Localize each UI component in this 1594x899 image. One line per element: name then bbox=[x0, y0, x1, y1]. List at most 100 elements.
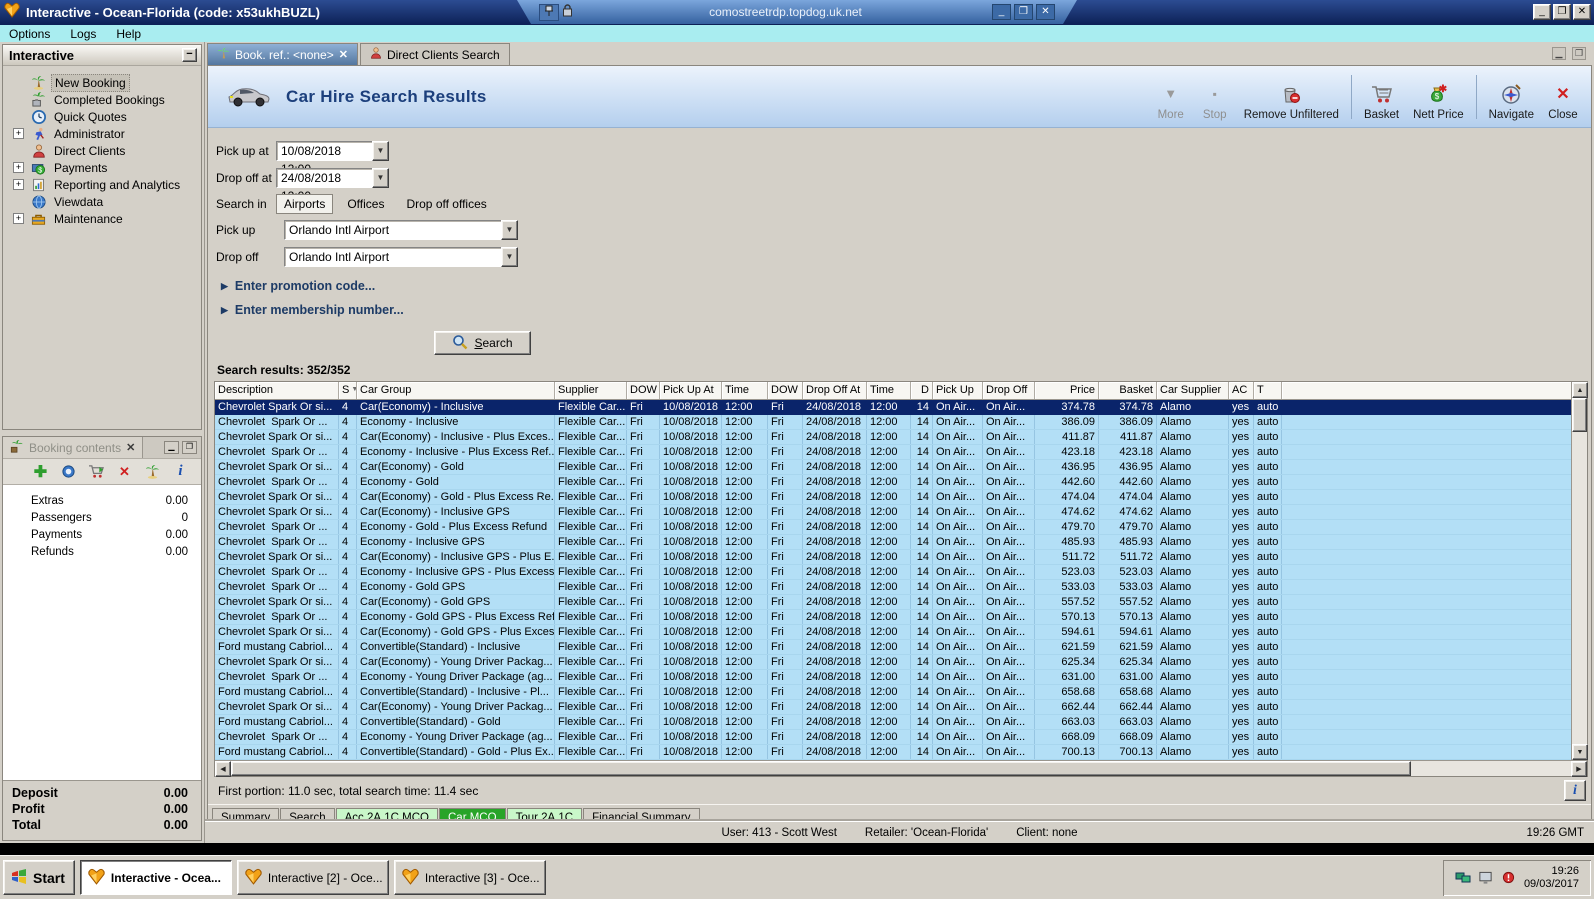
column-header-0[interactable]: Description bbox=[215, 382, 339, 399]
table-row[interactable]: Chevrolet Spark Or si... 4 Car(Economy) - … bbox=[215, 400, 1571, 415]
column-header-2[interactable]: Car Group bbox=[357, 382, 555, 399]
horizontal-scroll-thumb[interactable] bbox=[231, 761, 1411, 776]
rdp-minimize-button[interactable]: _ bbox=[992, 4, 1011, 20]
vertical-scrollbar[interactable]: ▲ ▼ bbox=[1571, 382, 1588, 760]
column-header-12[interactable]: Drop Off bbox=[983, 382, 1035, 399]
palm-tree-icon[interactable] bbox=[144, 463, 161, 480]
sidebar-item-payments[interactable]: + $ Payments bbox=[3, 159, 201, 176]
booking-contents-tab[interactable]: Booking contents ✕ bbox=[3, 437, 144, 458]
mdi-restore-button[interactable]: ❐ bbox=[1572, 47, 1586, 60]
tab-booking-ref[interactable]: Book. ref.: <none> ✕ bbox=[207, 43, 358, 65]
taskbar-window-3[interactable]: Interactive [3] - Oce... bbox=[393, 860, 546, 895]
table-row[interactable]: Chevrolet Spark Or si... 4 Car(Economy) - … bbox=[215, 430, 1571, 445]
table-row[interactable]: Chevrolet Spark Or ... 4 Economy - Inclusi… bbox=[215, 535, 1571, 550]
close-button[interactable]: ✕ Close bbox=[1541, 71, 1585, 123]
column-header-7[interactable]: DOW bbox=[768, 382, 803, 399]
table-row[interactable]: Ford mustang Cabriol... 4 Convertible(Stan… bbox=[215, 640, 1571, 655]
panel-collapse-button[interactable]: − bbox=[182, 48, 197, 62]
search-in-dropoff-offices[interactable]: Drop off offices bbox=[398, 195, 494, 213]
table-row[interactable]: Chevrolet Spark Or si... 4 Car(Economy) - … bbox=[215, 700, 1571, 715]
display-icon[interactable] bbox=[1478, 870, 1494, 886]
table-row[interactable]: Chevrolet Spark Or si... 4 Car(Economy) - … bbox=[215, 460, 1571, 475]
column-header-15[interactable]: Car Supplier bbox=[1157, 382, 1229, 399]
horizontal-scrollbar[interactable]: ◀ ▶ bbox=[215, 760, 1587, 777]
table-row[interactable]: Chevrolet Spark Or si... 4 Car(Economy) - … bbox=[215, 490, 1571, 505]
dropoff-at-combo[interactable]: 24/08/2018 12:00 ▼ bbox=[276, 167, 389, 203]
column-header-6[interactable]: Time bbox=[722, 382, 768, 399]
vertical-scroll-thumb[interactable] bbox=[1572, 398, 1587, 432]
info-icon[interactable]: i bbox=[172, 463, 189, 480]
table-row[interactable]: Chevrolet Spark Or ... 4 Economy - Gold GP… bbox=[215, 580, 1571, 595]
chevron-down-icon[interactable]: ▼ bbox=[372, 167, 389, 188]
table-row[interactable]: Chevrolet Spark Or si... 4 Car(Economy) - … bbox=[215, 655, 1571, 670]
table-row[interactable]: Chevrolet Spark Or si... 4 Car(Economy) - … bbox=[215, 625, 1571, 640]
nett-price-button[interactable]: $ ✱ Nett Price bbox=[1406, 71, 1471, 123]
menu-options[interactable]: Options bbox=[9, 27, 50, 41]
expand-icon[interactable]: + bbox=[13, 128, 24, 139]
chevron-down-icon[interactable]: ▼ bbox=[501, 246, 518, 267]
window-restore-button[interactable]: ❐ bbox=[1553, 4, 1571, 20]
table-row[interactable]: Chevrolet Spark Or ... 4 Economy - Young D… bbox=[215, 670, 1571, 685]
sidebar-item-maintenance[interactable]: + Maintenance bbox=[3, 210, 201, 227]
rdp-pin-button[interactable] bbox=[539, 4, 559, 21]
sidebar-item-reporting-analytics[interactable]: + Reporting and Analytics bbox=[3, 176, 201, 193]
column-header-5[interactable]: Pick Up At bbox=[660, 382, 722, 399]
taskbar-window-2[interactable]: Interactive [2] - Oce... bbox=[236, 860, 389, 895]
column-header-9[interactable]: Time bbox=[867, 382, 911, 399]
basket-button[interactable]: Basket bbox=[1357, 71, 1406, 123]
table-row[interactable]: Chevrolet Spark Or ... 4 Economy - Gold GP… bbox=[215, 610, 1571, 625]
sidebar-item-direct-clients[interactable]: Direct Clients bbox=[3, 142, 201, 159]
column-header-17[interactable]: T bbox=[1254, 382, 1282, 399]
column-header-16[interactable]: AC bbox=[1229, 382, 1254, 399]
chevron-down-icon[interactable]: ▼ bbox=[501, 219, 518, 240]
column-header-14[interactable]: Basket bbox=[1099, 382, 1157, 399]
column-header-11[interactable]: Pick Up bbox=[933, 382, 983, 399]
sidebar-item-new-booking[interactable]: New Booking bbox=[3, 73, 201, 92]
window-close-button[interactable]: ✕ bbox=[1573, 4, 1591, 20]
scroll-down-icon[interactable]: ▼ bbox=[1572, 744, 1588, 760]
table-row[interactable]: Chevrolet Spark Or ... 4 Economy - Gold Fle… bbox=[215, 475, 1571, 490]
panel-maximize-button[interactable]: ❐ bbox=[182, 441, 197, 454]
table-row[interactable]: Chevrolet Spark Or ... 4 Economy - Inclusi… bbox=[215, 415, 1571, 430]
scroll-left-icon[interactable]: ◀ bbox=[215, 761, 231, 777]
table-row[interactable]: Chevrolet Spark Or ... 4 Economy - Inclusi… bbox=[215, 445, 1571, 460]
menu-help[interactable]: Help bbox=[116, 27, 141, 41]
search-in-offices[interactable]: Offices bbox=[339, 195, 392, 213]
table-row[interactable]: Chevrolet Spark Or ... 4 Economy - Gold - … bbox=[215, 520, 1571, 535]
info-button[interactable]: i bbox=[1564, 780, 1586, 801]
sidebar-item-administrator[interactable]: + Administrator bbox=[3, 125, 201, 142]
tab-direct-clients-search[interactable]: Direct Clients Search bbox=[359, 43, 510, 65]
table-row[interactable]: Ford mustang Cabriol... 4 Convertible(Stan… bbox=[215, 715, 1571, 730]
table-row[interactable]: Chevrolet Spark Or si... 4 Car(Economy) - … bbox=[215, 550, 1571, 565]
remove-unfiltered-button[interactable]: Remove Unfiltered bbox=[1237, 71, 1346, 123]
column-header-13[interactable]: Price bbox=[1035, 382, 1099, 399]
expand-icon[interactable]: + bbox=[13, 162, 24, 173]
network-icon[interactable] bbox=[1455, 870, 1471, 886]
start-button[interactable]: Start bbox=[3, 860, 75, 895]
alert-icon[interactable] bbox=[1501, 870, 1517, 886]
mdi-minimize-button[interactable]: ▁ bbox=[1552, 47, 1566, 60]
table-row[interactable]: Chevrolet Spark Or ... 4 Economy - Inclusi… bbox=[215, 565, 1571, 580]
table-row[interactable]: Chevrolet Spark Or ... 4 Economy - Young D… bbox=[215, 730, 1571, 745]
search-in-airports[interactable]: Airports bbox=[276, 193, 334, 214]
table-row[interactable]: Chevrolet Spark Or si... 4 Car(Economy) - … bbox=[215, 505, 1571, 520]
search-button[interactable]: Search bbox=[434, 331, 531, 355]
promotion-code-expander[interactable]: ▶ Enter promotion code... bbox=[221, 279, 1591, 293]
panel-minimize-button[interactable]: ▁ bbox=[164, 441, 179, 454]
tab-close-icon[interactable]: ✕ bbox=[339, 48, 348, 61]
dropoff-combo[interactable]: Orlando Intl Airport ▼ bbox=[284, 246, 518, 267]
sidebar-item-quick-quotes[interactable]: Quick Quotes bbox=[3, 108, 201, 125]
pickup-at-combo[interactable]: 10/08/2018 12:00 ▼ bbox=[276, 140, 389, 176]
table-row[interactable]: Ford mustang Cabriol... 4 Convertible(Stan… bbox=[215, 745, 1571, 760]
scroll-right-icon[interactable]: ▶ bbox=[1571, 761, 1587, 777]
rdp-restore-button[interactable]: ❐ bbox=[1014, 4, 1033, 20]
table-row[interactable]: Chevrolet Spark Or si... 4 Car(Economy) - … bbox=[215, 595, 1571, 610]
column-header-3[interactable]: Supplier bbox=[555, 382, 627, 399]
add-icon[interactable]: ✚ bbox=[32, 463, 49, 481]
expand-icon[interactable]: + bbox=[13, 179, 24, 190]
navigate-button[interactable]: Navigate bbox=[1482, 71, 1541, 123]
taskbar-window-1[interactable]: Interactive - Ocea... bbox=[79, 860, 232, 895]
menu-logs[interactable]: Logs bbox=[70, 27, 96, 41]
chevron-down-icon[interactable]: ▼ bbox=[372, 140, 389, 161]
search-globe-icon[interactable] bbox=[60, 463, 77, 480]
